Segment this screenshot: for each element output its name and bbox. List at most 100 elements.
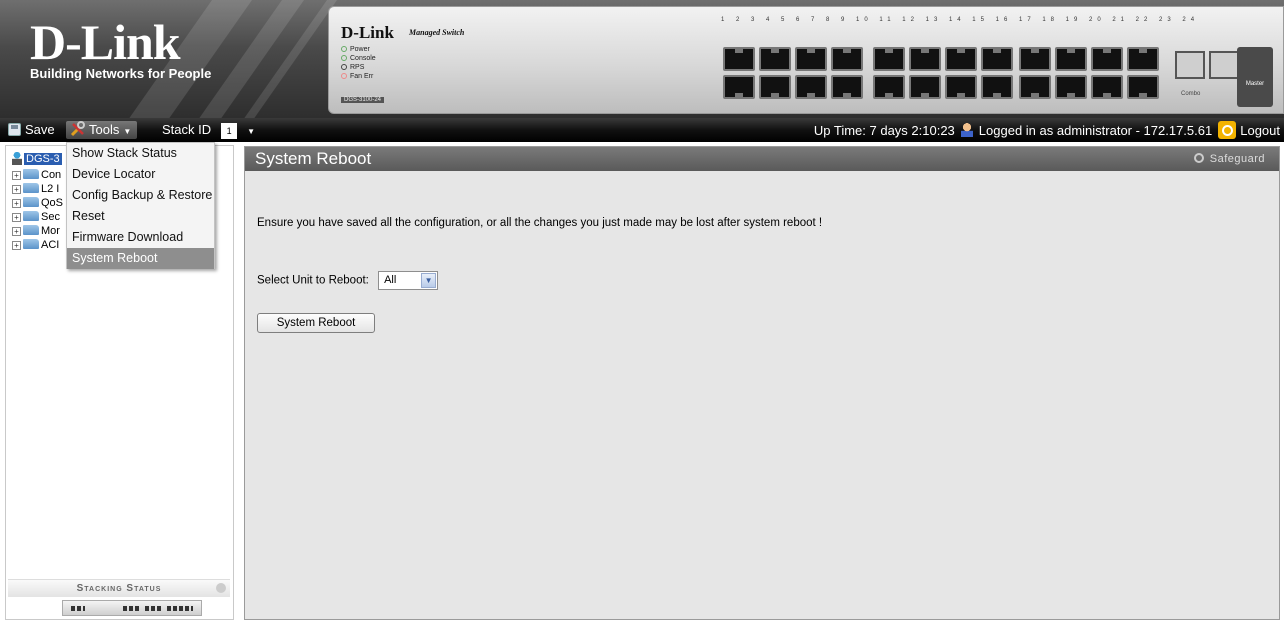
device-model: DGS-3100-24 xyxy=(341,97,385,103)
stack-id-control[interactable]: Stack ID 1 ▼ xyxy=(162,121,255,139)
user-icon xyxy=(960,123,973,137)
app-window: D-Link Building Networks for People D-Li… xyxy=(0,0,1284,620)
menu-item-system-reboot[interactable]: System Reboot xyxy=(67,248,214,269)
port-numbers: 1 2 3 4 5 6 7 8 9 10 11 12 13 14 15 16 1… xyxy=(721,17,1200,23)
thumb-port-row xyxy=(167,606,193,611)
thumb-port-row xyxy=(145,606,163,611)
port-group-9-16 xyxy=(873,47,1013,99)
logout-link[interactable]: Logout xyxy=(1240,123,1280,138)
ethernet-port[interactable] xyxy=(1019,47,1051,71)
led-icon xyxy=(341,55,347,61)
expand-icon[interactable]: + xyxy=(12,199,21,208)
ethernet-port[interactable] xyxy=(759,75,791,99)
ethernet-port[interactable] xyxy=(1127,75,1159,99)
unit-select[interactable]: All ▼ xyxy=(378,271,439,290)
toolbar: Save Tools ▼ Stack ID 1 ▼ Up Time: 7 days 2… xyxy=(0,118,1284,142)
tree-node-label[interactable]: Mor xyxy=(41,225,60,237)
expand-icon[interactable]: + xyxy=(12,227,21,236)
tree-node-configuration[interactable]: + Con xyxy=(12,168,63,182)
menu-item-device-locator[interactable]: Device Locator xyxy=(67,164,214,185)
stacking-status-label: Stacking Status xyxy=(76,583,162,594)
sfp-port[interactable] xyxy=(1209,51,1239,79)
switch-front-panel: D-Link Managed Switch Power Console RPS … xyxy=(328,6,1284,114)
folder-icon xyxy=(23,197,39,207)
ethernet-port[interactable] xyxy=(1127,47,1159,71)
tree-node-label[interactable]: ACI xyxy=(41,239,59,251)
safeguard-indicator[interactable]: Safeguard xyxy=(1193,147,1265,171)
ethernet-port[interactable] xyxy=(831,75,863,99)
stack-thumbnail[interactable] xyxy=(62,600,202,616)
ethernet-port[interactable] xyxy=(723,75,755,99)
stack-id-selector[interactable]: 1 xyxy=(221,122,238,139)
folder-icon xyxy=(23,169,39,179)
ethernet-port[interactable] xyxy=(909,75,941,99)
ethernet-port[interactable] xyxy=(759,47,791,71)
uptime-text: Up Time: 7 days 2:10:23 xyxy=(813,123,955,138)
led-icon xyxy=(341,73,347,79)
tools-menu-button[interactable]: Tools ▼ xyxy=(66,121,138,139)
tree-node-monitoring[interactable]: + Mor xyxy=(12,224,63,238)
ethernet-port[interactable] xyxy=(795,75,827,99)
tree-root-label[interactable]: DGS-3 xyxy=(24,153,62,165)
tree-node-acl[interactable]: + ACI xyxy=(12,238,63,252)
ethernet-port[interactable] xyxy=(945,47,977,71)
master-indicator: Master xyxy=(1237,47,1273,107)
ethernet-port[interactable] xyxy=(1055,75,1087,99)
device-brand: D-Link xyxy=(341,23,394,42)
warning-text: Ensure you have saved all the configurat… xyxy=(257,217,823,229)
ethernet-port[interactable] xyxy=(795,47,827,71)
menu-item-show-stack-status[interactable]: Show Stack Status xyxy=(67,143,214,164)
tree-node-qos[interactable]: + QoS xyxy=(12,196,63,210)
ethernet-port[interactable] xyxy=(1091,47,1123,71)
collapse-icon[interactable] xyxy=(216,583,226,593)
menu-item-reset[interactable]: Reset xyxy=(67,206,214,227)
device-led-list: Power Console RPS Fan Err xyxy=(341,45,376,81)
tree-node-label[interactable]: Sec xyxy=(41,211,60,223)
chevron-down-icon: ▼ xyxy=(123,127,132,136)
stack-id-label: Stack ID xyxy=(162,122,212,137)
port-group-1-8 xyxy=(723,47,863,99)
tree-node-label[interactable]: QoS xyxy=(41,197,63,209)
menu-item-config-backup-restore[interactable]: Config Backup & Restore xyxy=(67,185,214,206)
tree-node-label[interactable]: Con xyxy=(41,169,61,181)
expand-icon[interactable]: + xyxy=(12,213,21,222)
menu-item-firmware-download[interactable]: Firmware Download xyxy=(67,227,214,248)
ethernet-port[interactable] xyxy=(873,75,905,99)
system-reboot-button[interactable]: System Reboot xyxy=(257,313,375,333)
expand-icon[interactable]: + xyxy=(12,241,21,250)
stacking-status-bar[interactable]: Stacking Status xyxy=(8,579,230,597)
ethernet-port[interactable] xyxy=(981,47,1013,71)
expand-icon[interactable]: + xyxy=(12,185,21,194)
ethernet-port[interactable] xyxy=(873,47,905,71)
tree-node-l2-features[interactable]: + L2 I xyxy=(12,182,63,196)
chevron-down-icon[interactable]: ▼ xyxy=(421,273,437,288)
ethernet-port[interactable] xyxy=(723,47,755,71)
ethernet-port[interactable] xyxy=(981,75,1013,99)
status-area: Up Time: 7 days 2:10:23 Logged in as admi… xyxy=(814,121,1280,139)
device-icon xyxy=(12,151,22,165)
device-subtitle: Managed Switch xyxy=(409,28,465,37)
main-panel: System Reboot Safeguard Ensure you have … xyxy=(244,146,1280,620)
tools-dropdown-menu: Show Stack Status Device Locator Config … xyxy=(66,142,215,269)
header-banner: D-Link Building Networks for People D-Li… xyxy=(0,0,1284,118)
ethernet-port[interactable] xyxy=(909,47,941,71)
panel-header: System Reboot Safeguard xyxy=(245,147,1279,171)
chevron-down-icon[interactable]: ▼ xyxy=(247,127,255,136)
ethernet-port[interactable] xyxy=(1055,47,1087,71)
led-icon xyxy=(341,64,347,70)
tree-node-label[interactable]: L2 I xyxy=(41,183,59,195)
master-label: Master xyxy=(1245,81,1265,87)
ethernet-port[interactable] xyxy=(1019,75,1051,99)
led-label: Fan Err xyxy=(350,73,374,80)
combo-label: Combo xyxy=(1181,91,1201,97)
ethernet-port[interactable] xyxy=(945,75,977,99)
unit-select-row: Select Unit to Reboot: All ▼ xyxy=(257,271,439,290)
tree-root[interactable]: DGS-3 xyxy=(12,150,63,168)
tree-node-security[interactable]: + Sec xyxy=(12,210,63,224)
led-label: RPS xyxy=(350,64,365,71)
save-button[interactable]: Save xyxy=(8,121,55,139)
ethernet-port[interactable] xyxy=(1091,75,1123,99)
sfp-port[interactable] xyxy=(1175,51,1205,79)
expand-icon[interactable]: + xyxy=(12,171,21,180)
ethernet-port[interactable] xyxy=(831,47,863,71)
